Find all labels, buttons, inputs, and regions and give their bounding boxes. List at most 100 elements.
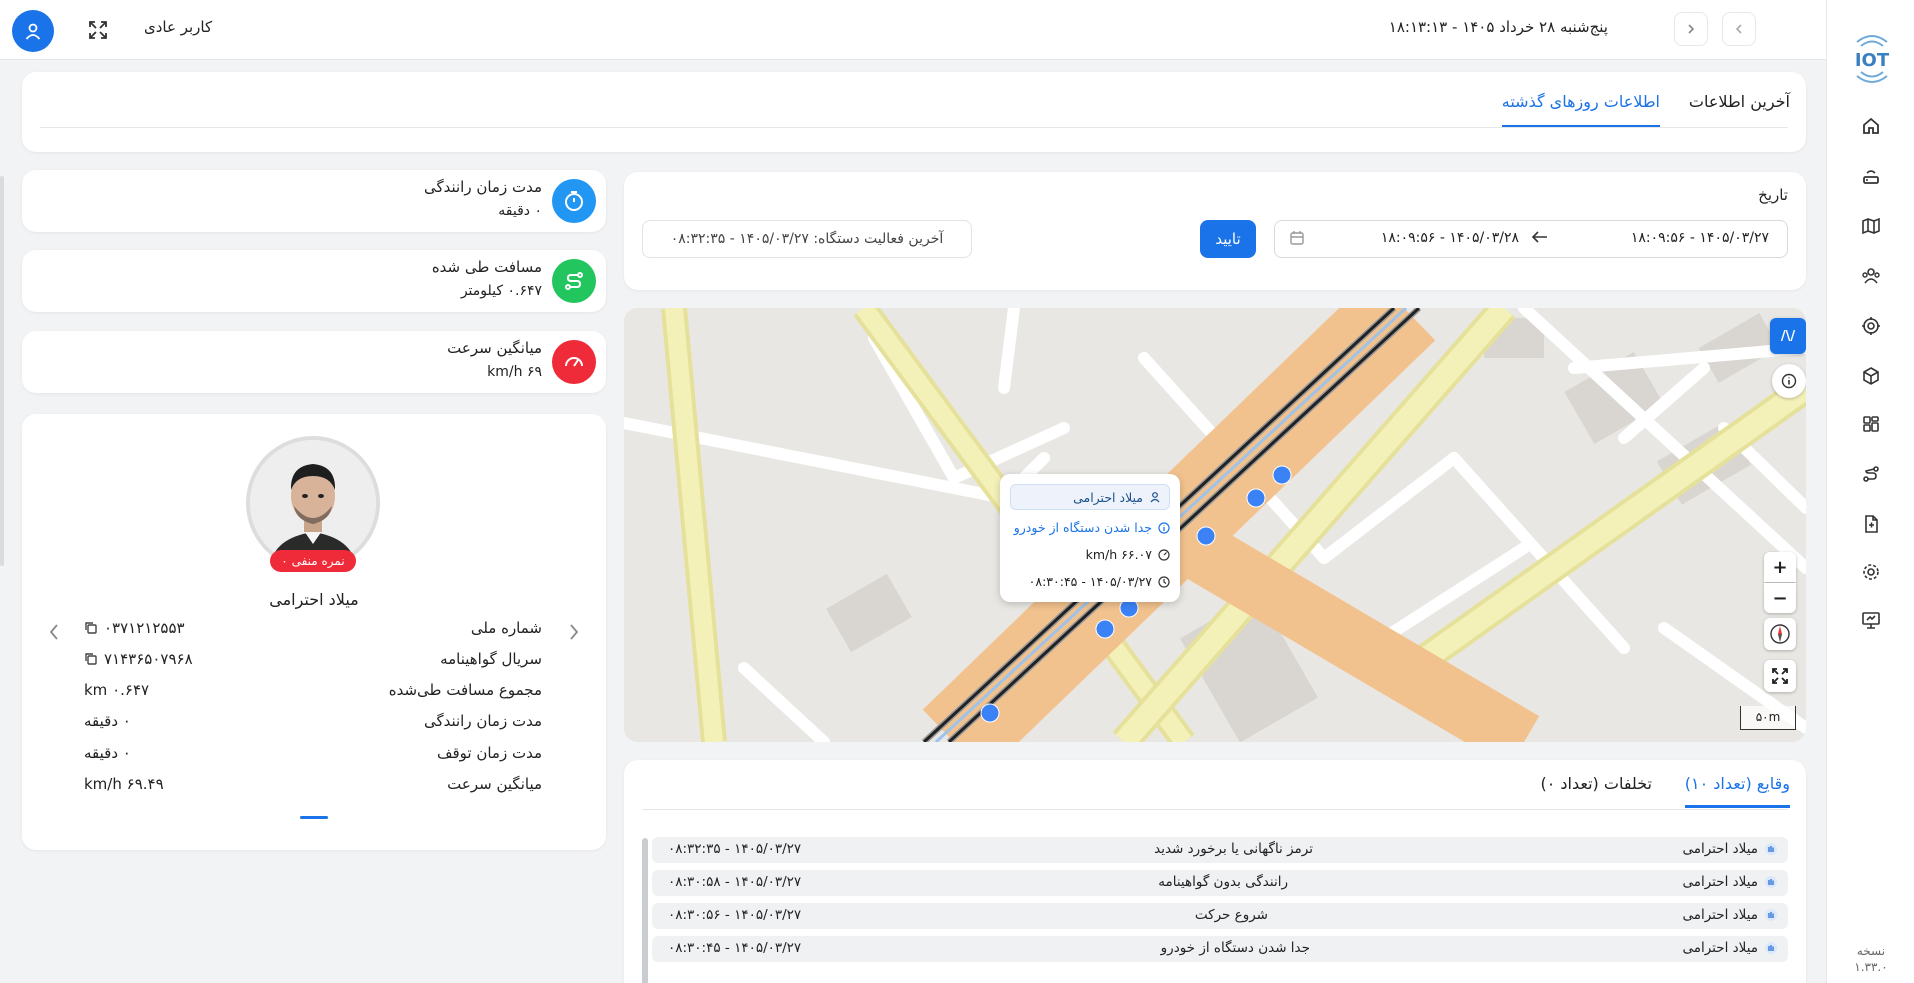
speedometer-icon — [552, 340, 596, 384]
row-value: ۷۱۴۳۶۵۰۷۹۶۸ — [104, 650, 193, 668]
stat-value: ۰.۶۴۷ کیلومتر — [460, 283, 542, 299]
map-view[interactable]: میلاد احترامی جدا شدن دستگاه از خودرو ۶۶… — [624, 308, 1806, 742]
stat-label: مسافت طی شده — [431, 258, 542, 276]
clock-icon — [1158, 575, 1170, 588]
confirm-button[interactable]: تایید — [1200, 220, 1256, 258]
stat-driving-duration: مدت زمان رانندگی ۰ دقیقه — [22, 170, 606, 232]
target-icon[interactable] — [1859, 314, 1883, 338]
settings-icon[interactable] — [1859, 560, 1883, 584]
driver-driving-duration-row: مدت زمان رانندگی ۰ دقیقه — [84, 712, 542, 736]
popup-time: ۱۴۰۵/۰۳/۲۷ - ۰۸:۳۰:۴۵ — [1028, 574, 1152, 589]
copy-icon[interactable] — [84, 621, 98, 635]
tab-violations[interactable]: تخلفات (تعداد ۰) — [1540, 774, 1652, 805]
row-key: مجموع مسافت طی‌شده — [388, 681, 542, 699]
events-tabs-divider — [642, 809, 1788, 810]
zoom-out-button[interactable]: − — [1764, 583, 1796, 613]
date-range-input[interactable]: ۱۴۰۵/۰۳/۲۷ - ۱۸:۰۹:۵۶ ۱۴۰۵/۰۳/۲۸ - ۱۸:۰۹… — [1274, 220, 1788, 258]
event-driver: میلاد احترامی — [1682, 841, 1758, 857]
next-arrow-button[interactable] — [1674, 12, 1708, 46]
document-icon[interactable] — [1859, 512, 1883, 536]
events-scrollbar[interactable] — [642, 838, 648, 983]
event-time: ۱۴۰۵/۰۳/۲۷ - ۰۸:۳۰:۵۸ — [668, 874, 802, 890]
top-bar: کاربر عادی پنج‌شنبه ۲۸ خرداد ۱۴۰۵ - ۱۸:۱… — [0, 0, 1826, 60]
chevron-left-icon — [1735, 24, 1742, 34]
iot-logo[interactable]: IOT — [1847, 28, 1897, 88]
tabs-divider — [40, 127, 1788, 128]
driver-next-button[interactable] — [562, 620, 586, 644]
info-icon — [1781, 373, 1797, 389]
range-end: ۱۴۰۵/۰۳/۲۸ - ۱۸:۰۹:۵۶ — [1380, 230, 1519, 246]
stat-value: ۰ دقیقه — [498, 203, 542, 219]
users-icon[interactable] — [1859, 264, 1883, 288]
driver-national-id-row: شماره ملی ۰۳۷۱۲۱۲۵۵۳ — [84, 619, 542, 643]
event-name: رانندگی بدون گواهینامه — [1158, 874, 1288, 890]
driver-average-speed-row: میانگین سرعت ۶۹.۴۹ km/h — [84, 775, 542, 799]
side-navigation: IOT نسخه ۱.۳۳.۰ — [1826, 0, 1914, 983]
map-layer-button[interactable]: /\/ — [1770, 318, 1806, 354]
driver-license-serial-row: سریال گواهینامه ۷۱۴۳۶۵۰۷۹۶۸ — [84, 650, 542, 674]
popup-driver: میلاد احترامی — [1073, 489, 1143, 505]
table-row[interactable]: میلاد احترامی جدا شدن دستگاه از خودرو ۱۴… — [652, 936, 1788, 962]
stat-distance: مسافت طی شده ۰.۶۴۷ کیلومتر — [22, 250, 606, 312]
tab-past-days-info[interactable]: اطلاعات روزهای گذشته — [1501, 92, 1660, 128]
row-key: شماره ملی — [470, 619, 542, 637]
row-value: ۰.۶۴۷ km — [84, 681, 150, 699]
row-key: میانگین سرعت — [447, 775, 542, 793]
row-value: ۰ دقیقه — [84, 712, 131, 730]
table-row[interactable]: میلاد احترامی ترمز ناگهانی یا برخورد شدی… — [652, 837, 1788, 863]
info-icon — [1158, 521, 1170, 534]
hand-icon — [1764, 941, 1778, 959]
version-label: نسخه — [1856, 944, 1886, 958]
route-icon[interactable] — [1859, 462, 1883, 486]
page-scroll-rail[interactable] — [0, 176, 4, 566]
prev-arrow-button[interactable] — [1722, 12, 1756, 46]
calendar-icon[interactable] — [1289, 230, 1305, 250]
popup-event-row: جدا شدن دستگاه از خودرو — [1014, 520, 1170, 535]
event-name: جدا شدن دستگاه از خودرو — [1160, 940, 1310, 956]
event-driver: میلاد احترامی — [1682, 907, 1758, 923]
row-key: مدت زمان توقف — [436, 744, 542, 762]
map-info-button[interactable] — [1772, 364, 1806, 398]
expand-icon — [1772, 668, 1788, 684]
compass-button[interactable] — [1764, 618, 1796, 650]
tab-latest-info[interactable]: آخرین اطلاعات — [1689, 92, 1790, 125]
map-fullscreen-button[interactable] — [1764, 660, 1796, 692]
dashboard-icon[interactable] — [1859, 412, 1883, 436]
pagination-indicator[interactable] — [300, 816, 328, 819]
compass-icon — [1770, 624, 1790, 644]
table-row[interactable]: میلاد احترامی رانندگی بدون گواهینامه ۱۴۰… — [652, 870, 1788, 896]
hand-icon — [1764, 842, 1778, 860]
hand-icon — [1764, 875, 1778, 893]
row-value-wrap: ۰۳۷۱۲۱۲۵۵۳ — [84, 619, 185, 637]
table-row[interactable]: میلاد احترامی شروع حرکت ۱۴۰۵/۰۳/۲۷ - ۰۸:… — [652, 903, 1788, 929]
fullscreen-icon[interactable] — [86, 18, 110, 42]
zoom-in-button[interactable]: + — [1764, 552, 1796, 582]
popup-driver-chip[interactable]: میلاد احترامی — [1010, 484, 1170, 510]
monitor-icon[interactable] — [1859, 608, 1883, 632]
tab-events[interactable]: وقایع (تعداد ۱۰) — [1684, 774, 1790, 808]
map-event-popup: میلاد احترامی جدا شدن دستگاه از خودرو ۶۶… — [1000, 474, 1180, 602]
event-time: ۱۴۰۵/۰۳/۲۷ - ۰۸:۳۰:۴۵ — [668, 940, 802, 956]
home-icon[interactable] — [1859, 114, 1883, 138]
user-icon — [25, 23, 41, 40]
event-name: شروع حرکت — [1194, 907, 1268, 923]
map-icon[interactable] — [1859, 214, 1883, 238]
current-datetime: پنج‌شنبه ۲۸ خرداد ۱۴۰۵ - ۱۸:۱۳:۱۳ — [1388, 18, 1608, 36]
timer-icon — [552, 179, 596, 223]
user-icon — [1150, 492, 1160, 503]
copy-icon[interactable] — [84, 652, 98, 666]
box-icon[interactable] — [1859, 364, 1883, 388]
stat-average-speed: میانگین سرعت ۶۹ km/h — [22, 331, 606, 393]
router-icon[interactable] — [1859, 164, 1883, 188]
chevron-left-icon — [49, 624, 58, 640]
map-scale: ۵۰m — [1740, 706, 1796, 730]
row-value: ۰۳۷۱۲۱۲۵۵۳ — [104, 619, 185, 637]
profile-button[interactable] — [12, 10, 54, 52]
popup-speed: ۶۶.۰۷ km/h — [1085, 547, 1152, 562]
route-icon — [552, 259, 596, 303]
driver-prev-button[interactable] — [42, 620, 66, 644]
event-driver: میلاد احترامی — [1682, 940, 1758, 956]
version-info: نسخه ۱.۳۳.۰ — [1827, 943, 1914, 975]
stat-value: ۶۹ km/h — [487, 364, 542, 380]
chevron-right-icon — [570, 624, 579, 640]
